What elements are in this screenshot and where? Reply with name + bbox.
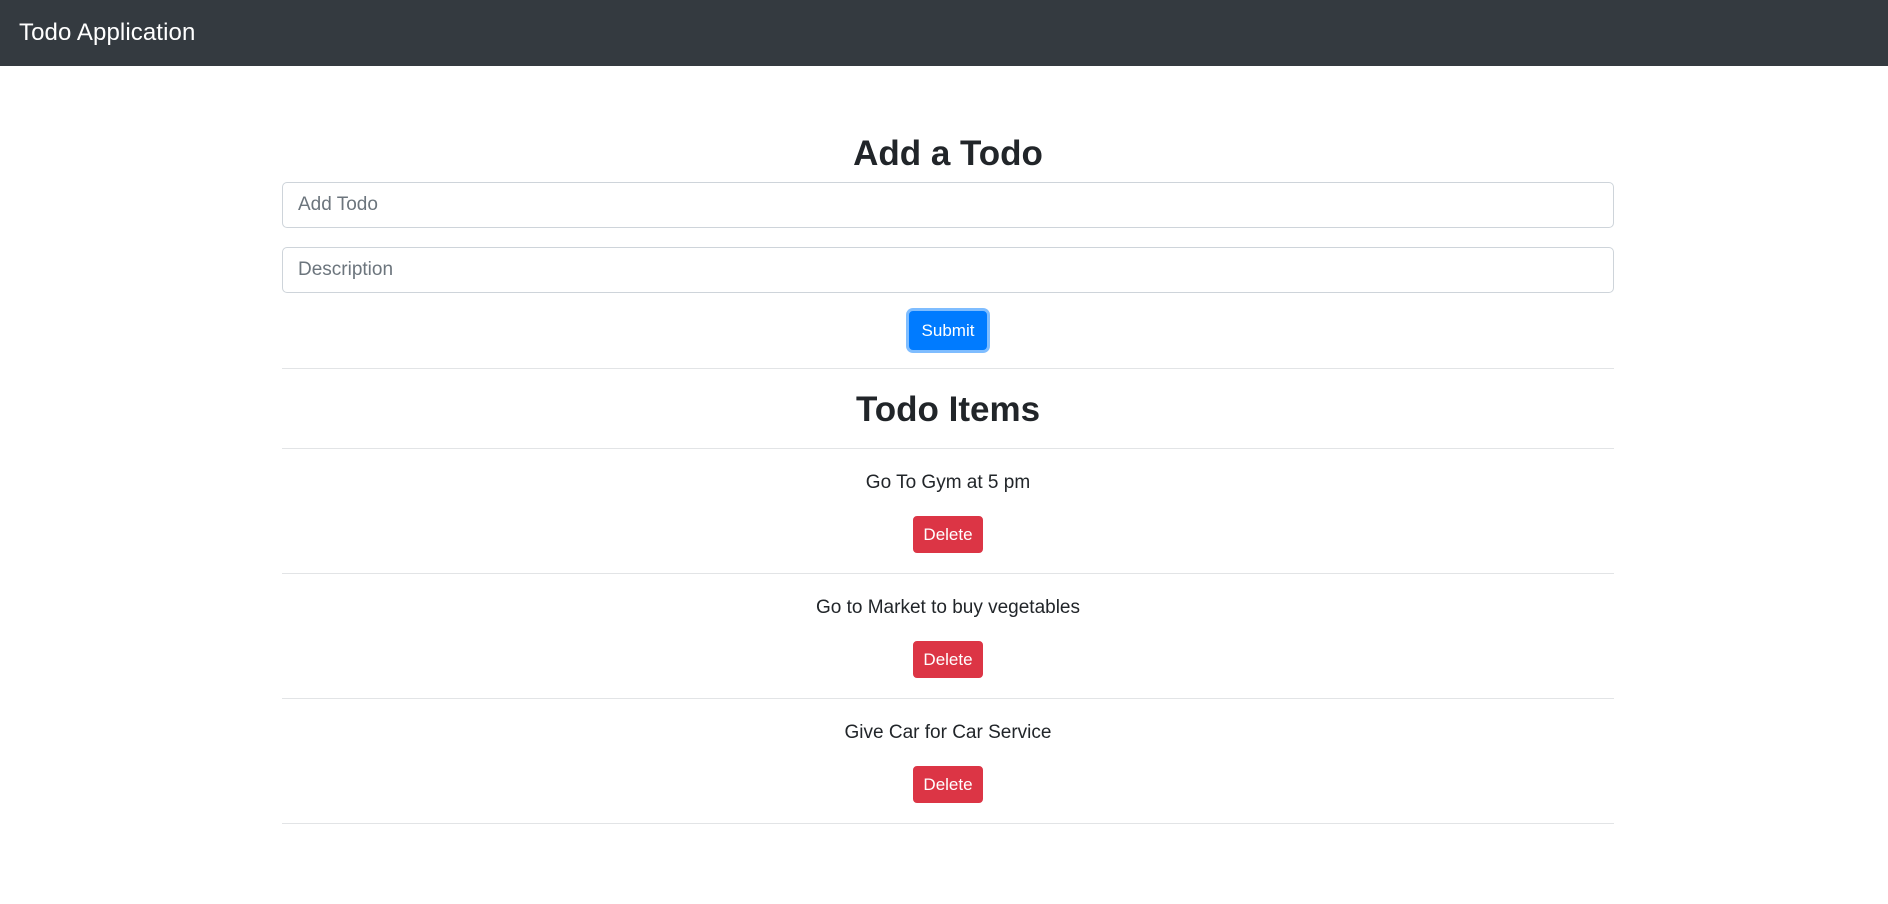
todo-list-item: Go To Gym at 5 pm Delete <box>282 448 1614 573</box>
todo-title-input[interactable] <box>282 182 1614 228</box>
todo-list: Go To Gym at 5 pm Delete Go to Market to… <box>282 448 1614 824</box>
todo-items-title: Todo Items <box>855 390 1041 429</box>
todo-item-text: Go to Market to buy vegetables <box>815 597 1081 618</box>
navbar: Todo Application <box>0 0 1888 66</box>
submit-button[interactable]: Submit <box>909 311 987 350</box>
todo-description-input[interactable] <box>282 247 1614 293</box>
delete-button[interactable]: Delete <box>913 641 983 678</box>
todo-list-item: Go to Market to buy vegetables Delete <box>282 573 1614 698</box>
navbar-brand[interactable]: Todo Application <box>19 19 195 47</box>
add-todo-title: Add a Todo <box>853 134 1043 173</box>
section-divider <box>282 368 1614 369</box>
delete-button[interactable]: Delete <box>913 516 983 553</box>
delete-button[interactable]: Delete <box>913 766 983 803</box>
todo-item-text: Go To Gym at 5 pm <box>865 472 1031 493</box>
todo-item-text: Give Car for Car Service <box>844 722 1052 743</box>
todo-list-item: Give Car for Car Service Delete <box>282 698 1614 824</box>
